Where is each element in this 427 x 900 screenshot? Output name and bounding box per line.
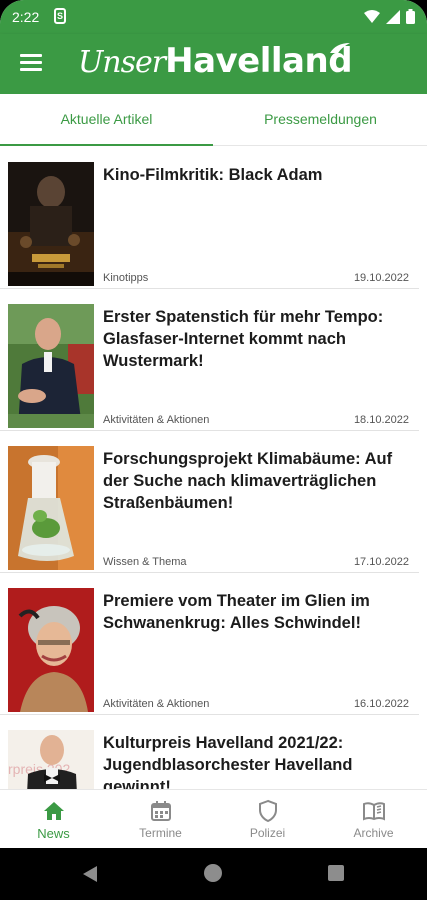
status-time: 2:22 [12, 9, 40, 25]
article-item[interactable]: Kino-Filmkritik: Black Adam Kinotipps 19… [0, 147, 419, 289]
menu-icon[interactable] [20, 54, 42, 72]
shield-icon [259, 799, 277, 823]
article-item[interactable]: rpreis 202 Kulturpreis Havelland 2021/22… [0, 715, 419, 789]
nav-polizei-label: Polizei [249, 826, 286, 840]
article-category: Aktivitäten & Aktionen [103, 698, 210, 710]
nav-archive[interactable]: Archive [320, 790, 427, 849]
app-logo: Unser Havelland [78, 41, 353, 81]
article-item[interactable]: Forschungsprojekt Klimabäume: Auf der Su… [0, 431, 419, 573]
home-icon [44, 802, 64, 820]
article-thumbnail-movie-poster [8, 162, 94, 286]
wifi-icon [364, 9, 380, 23]
article-title[interactable]: Kulturpreis Havelland 2021/22: Jugendbla… [103, 732, 413, 789]
status-bar: 2:22 S [0, 0, 427, 34]
tab-aktuelle-artikel[interactable]: Aktuelle Artikel [0, 94, 213, 146]
back-icon[interactable] [83, 866, 97, 882]
article-title[interactable]: Kino-Filmkritik: Black Adam [103, 164, 413, 186]
system-navigation-bar [0, 848, 427, 900]
bottom-navigation: News Termine Polizei Archive [0, 789, 427, 848]
article-category: Wissen & Thema [103, 556, 187, 568]
calendar-icon [151, 801, 171, 821]
article-category: Kinotipps [103, 272, 149, 284]
recent-apps-icon[interactable] [328, 865, 344, 881]
status-icons [364, 9, 415, 24]
article-title[interactable]: Premiere vom Theater im Glien im Schwane… [103, 590, 413, 634]
nav-news-label: News [37, 826, 70, 841]
nav-termine-label: Termine [139, 826, 182, 840]
article-date: 18.10.2022 [353, 414, 409, 426]
nav-polizei[interactable]: Polizei [214, 790, 321, 849]
home-button-icon[interactable] [204, 864, 222, 882]
article-category: Aktivitäten & Aktionen [103, 414, 210, 426]
article-thumbnail-man-bowtie: rpreis 202 [8, 730, 94, 789]
article-item[interactable]: Premiere vom Theater im Glien im Schwane… [0, 573, 419, 715]
article-date: 16.10.2022 [353, 698, 409, 710]
nav-archive-label: Archive [353, 826, 394, 840]
battery-icon [406, 9, 415, 24]
article-title[interactable]: Forschungsprojekt Klimabäume: Auf der Su… [103, 448, 413, 514]
nav-news[interactable]: News [0, 790, 107, 849]
tab-pressemeldungen[interactable]: Pressemeldungen [214, 94, 427, 146]
app-bar: Unser Havelland [0, 34, 427, 94]
book-open-icon [363, 802, 385, 821]
leaf-icon [330, 43, 351, 53]
article-thumbnail-woman-portrait [8, 588, 94, 712]
article-date: 19.10.2022 [353, 272, 409, 284]
tab-bar: Aktuelle Artikel Pressemeldungen [0, 94, 427, 146]
nav-termine[interactable]: Termine [107, 790, 214, 849]
signal-icon [386, 9, 400, 24]
article-item[interactable]: Erster Spatenstich für mehr Tempo: Glasf… [0, 289, 419, 431]
article-thumbnail-man-portrait [8, 304, 94, 428]
article-title[interactable]: Erster Spatenstich für mehr Tempo: Glasf… [103, 306, 413, 372]
article-list[interactable]: Kino-Filmkritik: Black Adam Kinotipps 19… [0, 147, 427, 789]
article-thumbnail-glass-plant [8, 446, 94, 570]
sim-card-icon: S [54, 8, 66, 24]
app-screen: 2:22 S Unser Havelland Aktuelle Artikel P… [0, 0, 427, 900]
article-date: 17.10.2022 [353, 556, 409, 568]
